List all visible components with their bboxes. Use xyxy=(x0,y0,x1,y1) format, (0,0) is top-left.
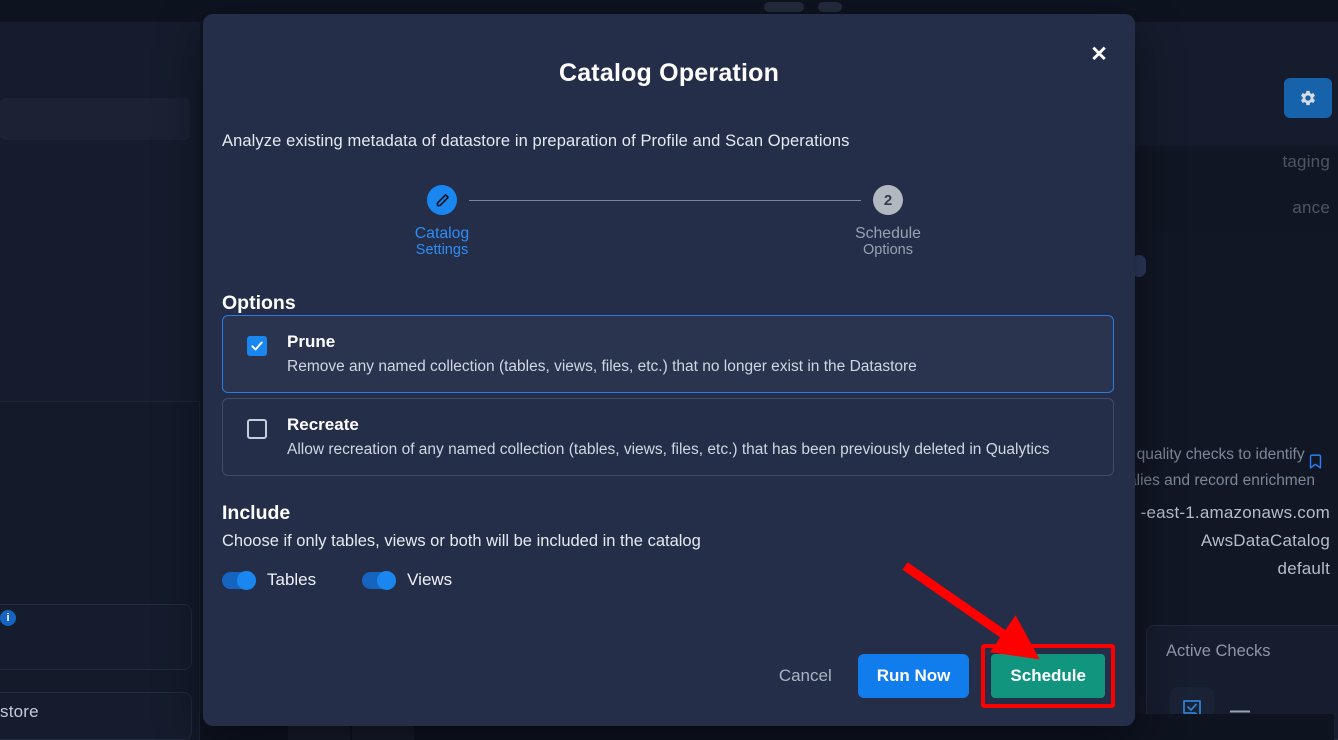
step-2-marker: 2 xyxy=(873,185,903,215)
dialog-subtitle: Analyze existing metadata of datastore i… xyxy=(222,132,850,150)
prune-description: Remove any named collection (tables, vie… xyxy=(287,358,917,375)
active-checks-title: Active Checks xyxy=(1166,642,1271,660)
step-catalog-settings[interactable]: Catalog Settings xyxy=(367,171,517,259)
option-recreate[interactable]: Recreate Allow recreation of any named c… xyxy=(222,398,1114,476)
toggle-views[interactable]: Views xyxy=(362,570,452,590)
step-2-line-2: Options xyxy=(863,242,913,258)
recreate-title: Recreate xyxy=(287,415,359,434)
step-2-line-1: Schedule xyxy=(855,225,921,242)
run-now-button[interactable]: Run Now xyxy=(857,654,970,698)
right-paragraph-line-1: t quality checks to identify xyxy=(1128,446,1305,463)
toggle-tables-knob xyxy=(237,570,256,590)
step-1-line-2: Settings xyxy=(415,242,469,258)
prune-title: Prune xyxy=(287,332,336,351)
toggle-tables-label: Tables xyxy=(267,570,317,589)
schedule-button[interactable]: Schedule xyxy=(991,654,1105,698)
options-heading: Options xyxy=(222,292,296,314)
recreate-checkbox[interactable] xyxy=(247,419,267,439)
recreate-description: Allow recreation of any named collection… xyxy=(287,441,1050,458)
dialog-footer: Cancel Run Now Schedule xyxy=(765,644,1115,708)
toggle-tables-switch[interactable] xyxy=(222,570,256,590)
right-paragraph-line-2: alies and record enrichmen xyxy=(1128,472,1315,489)
catalog-operation-dialog: ✕ Catalog Operation Analyze existing met… xyxy=(203,14,1135,726)
toggle-views-label: Views xyxy=(407,570,453,589)
datastore-row-card[interactable] xyxy=(0,98,190,140)
toggle-views-switch[interactable] xyxy=(362,570,397,590)
topbar-control-a[interactable] xyxy=(764,2,804,12)
right-region: t quality checks to identify alies and r… xyxy=(1128,0,1338,740)
pencil-icon xyxy=(427,185,457,215)
toggle-tables[interactable]: Tables xyxy=(222,570,316,590)
include-toggles: Tables Views xyxy=(222,570,452,590)
stepper: Catalog Settings 2 Schedule Options xyxy=(203,171,1135,271)
cancel-button[interactable]: Cancel xyxy=(765,656,846,696)
stepper-connector xyxy=(469,200,861,201)
step-schedule-options[interactable]: 2 Schedule Options xyxy=(813,171,963,259)
info-icon[interactable]: i xyxy=(0,610,16,626)
include-description: Choose if only tables, views or both wil… xyxy=(222,532,701,550)
gear-icon[interactable] xyxy=(1284,78,1332,118)
left-panel-top xyxy=(0,22,200,402)
include-heading: Include xyxy=(222,502,291,524)
schedule-button-highlight: Schedule xyxy=(981,644,1115,708)
step-1-line-1: Catalog xyxy=(414,225,470,242)
topbar-control-b[interactable] xyxy=(818,2,842,12)
datastore-info-card[interactable] xyxy=(0,604,192,670)
option-prune[interactable]: Prune Remove any named collection (table… xyxy=(222,315,1114,393)
dialog-title: Catalog Operation xyxy=(558,59,780,87)
prune-checkbox[interactable] xyxy=(247,336,267,356)
right-divider-strip xyxy=(1134,152,1338,232)
toggle-views-knob xyxy=(377,570,397,590)
